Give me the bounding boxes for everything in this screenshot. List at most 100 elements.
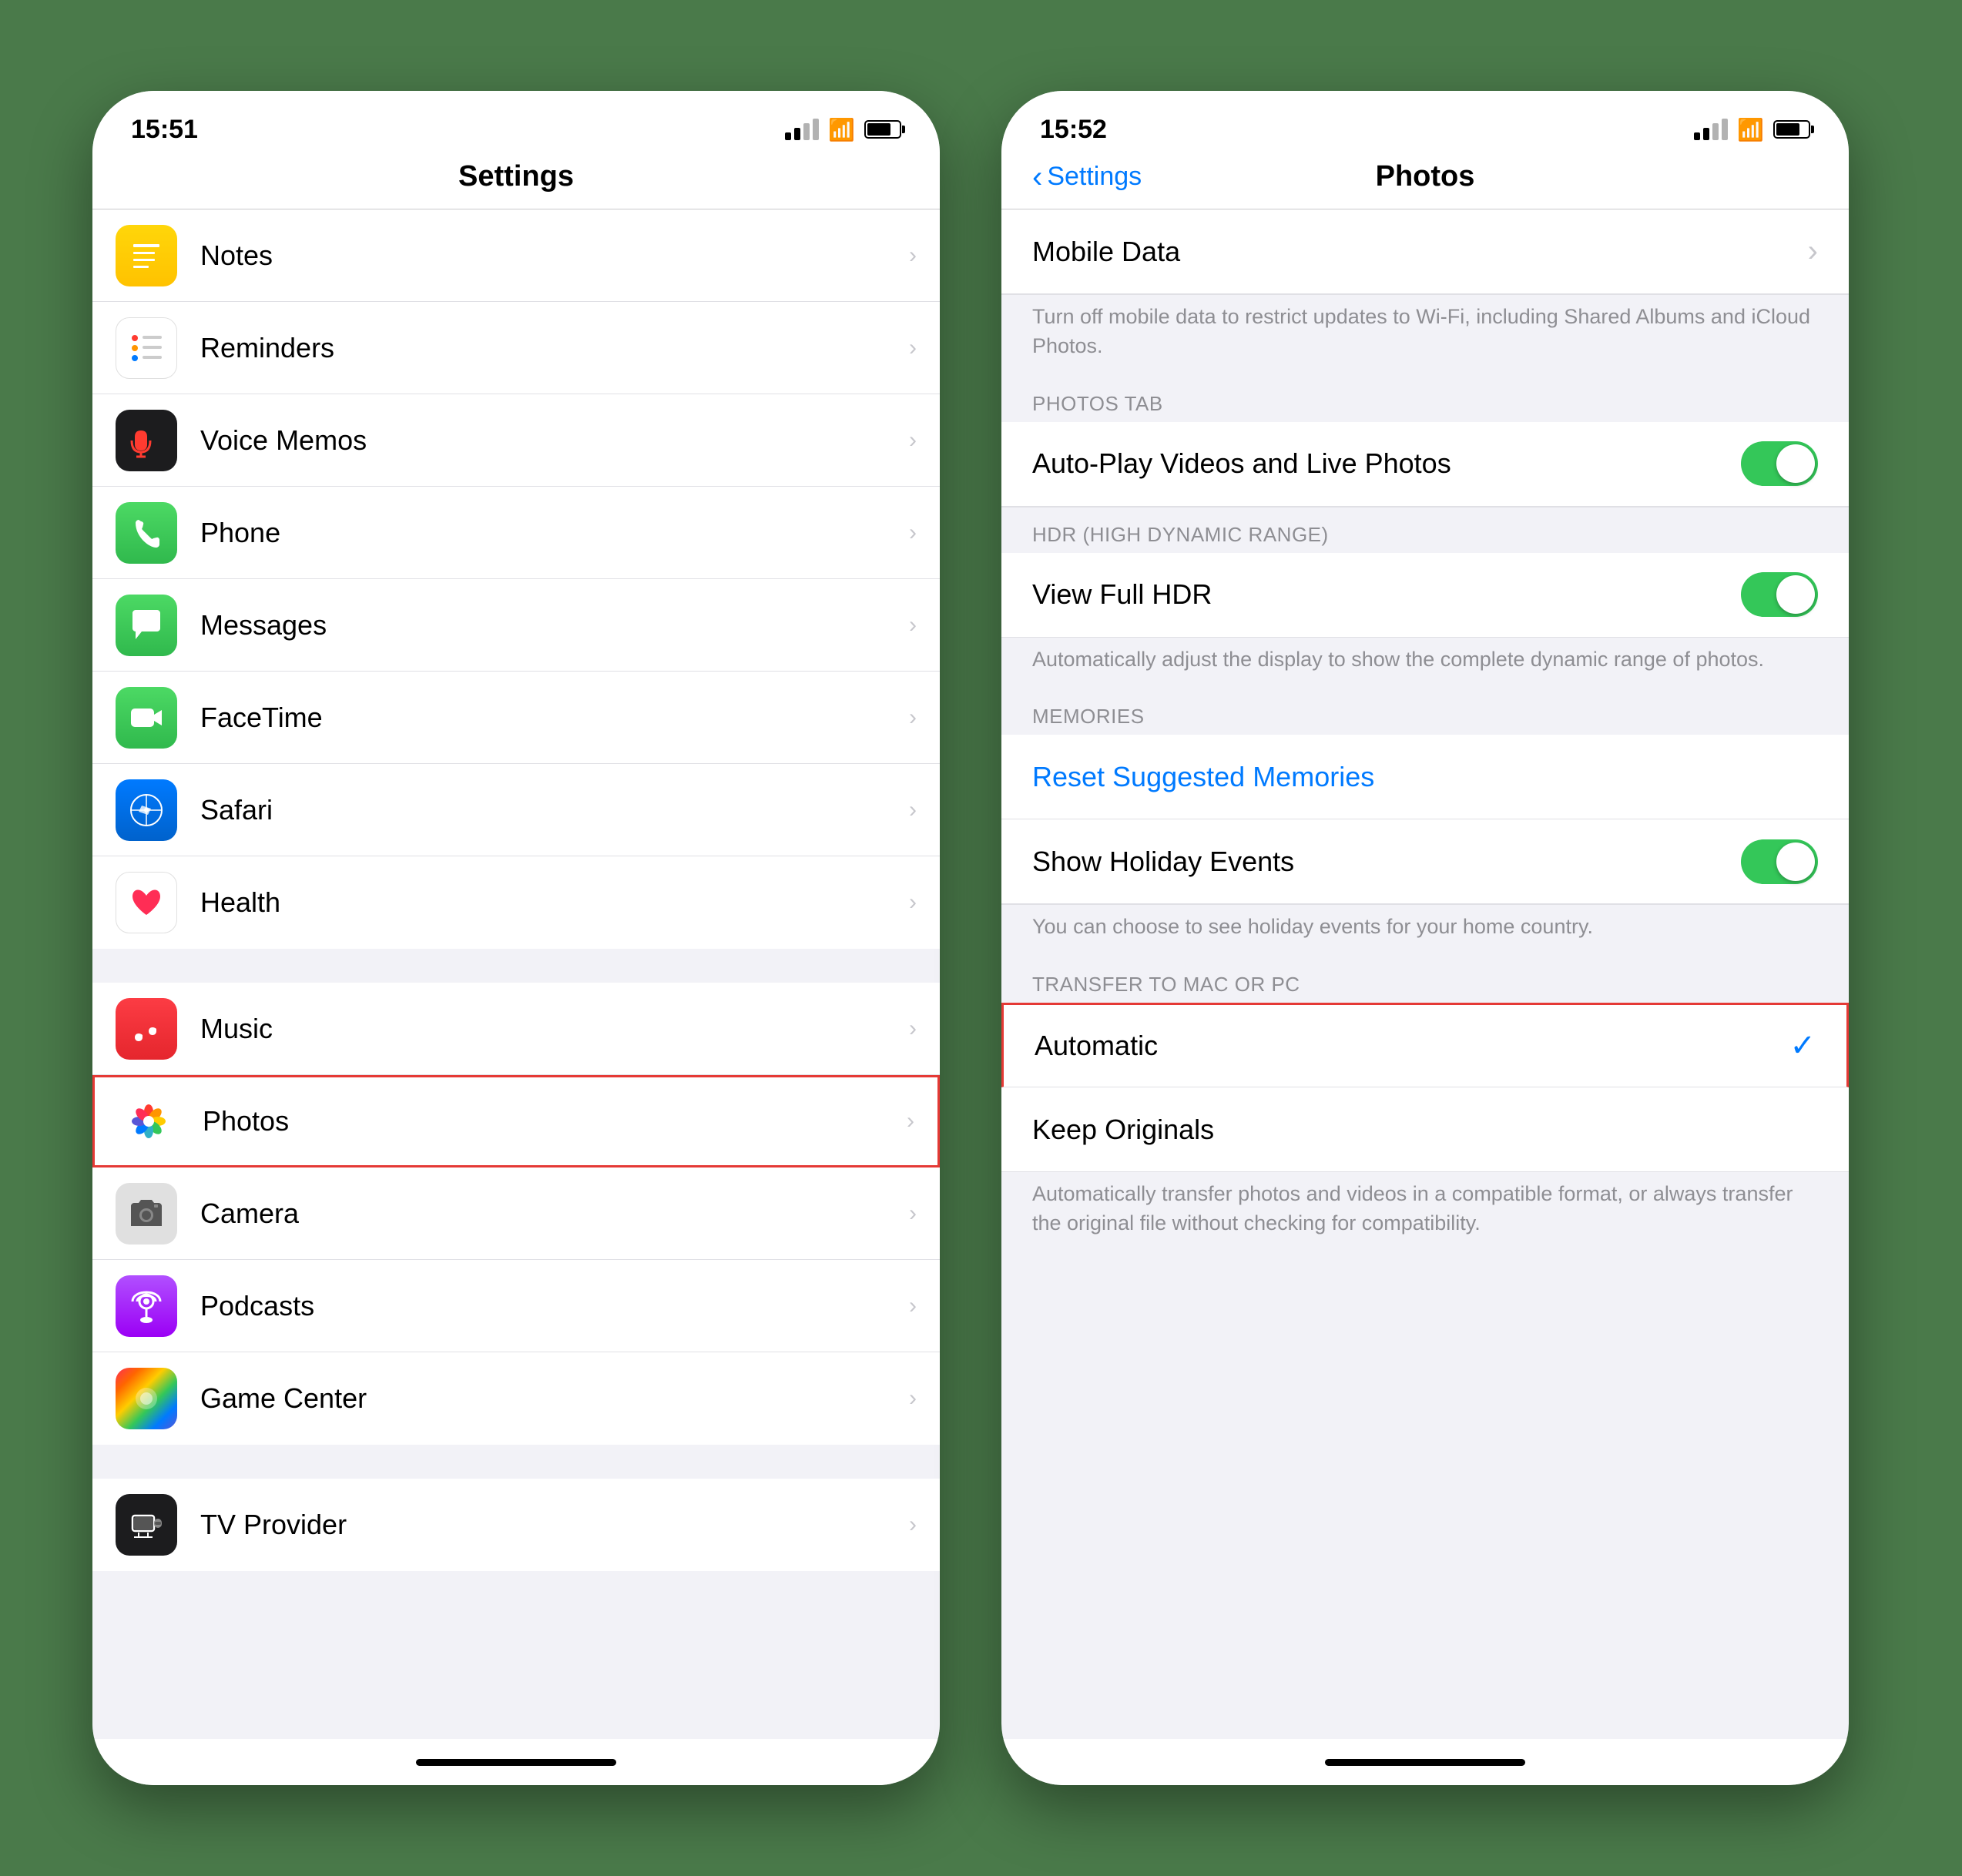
group-1: Notes › Reminders ›	[92, 209, 940, 949]
view-full-hdr-toggle[interactable]	[1741, 572, 1818, 617]
music-icon	[116, 998, 177, 1060]
reset-memories-label: Reset Suggested Memories	[1032, 761, 1818, 793]
hdr-footer: Automatically adjust the display to show…	[1001, 638, 1849, 690]
settings-item-safari[interactable]: Safari ›	[92, 764, 940, 856]
notes-label: Notes	[200, 240, 909, 272]
settings-item-health[interactable]: Health ›	[92, 856, 940, 949]
health-label: Health	[200, 886, 909, 919]
home-bar	[416, 1759, 616, 1766]
autoplay-row[interactable]: Auto-Play Videos and Live Photos	[1001, 422, 1849, 507]
phone-svg	[127, 514, 166, 552]
right-phone: 15:52 📶 ‹ Settings Photos Mobile Data › …	[1001, 91, 1849, 1785]
gamecenter-svg	[126, 1379, 166, 1419]
settings-item-camera[interactable]: Camera ›	[92, 1167, 940, 1260]
chevron-icon: ›	[909, 243, 917, 269]
status-icons-left: 📶	[785, 117, 901, 142]
automatic-row[interactable]: Automatic ✓	[1001, 1003, 1849, 1087]
nav-title-right: Photos	[1376, 160, 1475, 193]
photos-tab-header: PHOTOS TAB	[1001, 377, 1849, 422]
wifi-icon: 📶	[1737, 117, 1764, 142]
settings-item-notes[interactable]: Notes ›	[92, 209, 940, 302]
section-mobile-data: Mobile Data ›	[1001, 209, 1849, 295]
settings-item-messages[interactable]: Messages ›	[92, 579, 940, 672]
battery-icon	[864, 120, 901, 139]
phone-label: Phone	[200, 517, 909, 549]
podcasts-svg	[126, 1286, 166, 1326]
chevron-icon: ›	[909, 889, 917, 916]
photos-icon	[118, 1090, 179, 1152]
show-holiday-label: Show Holiday Events	[1032, 846, 1741, 878]
safari-svg	[126, 790, 166, 830]
camera-svg	[126, 1194, 166, 1234]
back-button[interactable]: ‹ Settings	[1032, 162, 1142, 193]
reset-memories-row[interactable]: Reset Suggested Memories	[1001, 735, 1849, 819]
chevron-icon: ›	[909, 520, 917, 546]
nav-title-left: Settings	[458, 160, 574, 193]
notes-svg	[127, 236, 166, 275]
chevron-icon: ›	[909, 427, 917, 454]
autoplay-toggle[interactable]	[1741, 441, 1818, 486]
keep-originals-label: Keep Originals	[1032, 1114, 1818, 1146]
nav-bar-right: ‹ Settings Photos	[1001, 152, 1849, 209]
settings-item-music[interactable]: Music ›	[92, 983, 940, 1075]
voicememos-icon	[116, 410, 177, 471]
separator-2	[92, 1445, 940, 1479]
settings-item-voicememos[interactable]: Voice Memos ›	[92, 394, 940, 487]
photos-svg	[126, 1098, 172, 1144]
chevron-icon: ›	[1808, 234, 1818, 269]
automatic-label: Automatic	[1035, 1030, 1789, 1062]
nav-bar-left: Settings	[92, 152, 940, 209]
reminders-label: Reminders	[200, 332, 909, 364]
show-holiday-toggle[interactable]	[1741, 839, 1818, 884]
gamecenter-icon	[116, 1368, 177, 1429]
chevron-icon: ›	[909, 1016, 917, 1042]
chevron-icon: ›	[909, 1201, 917, 1227]
safari-icon	[116, 779, 177, 841]
keep-originals-row[interactable]: Keep Originals	[1001, 1087, 1849, 1172]
chevron-icon: ›	[909, 1293, 917, 1319]
settings-item-tvprovider[interactable]: TV Provider ›	[92, 1479, 940, 1571]
chevron-icon: ›	[909, 797, 917, 823]
settings-item-facetime[interactable]: FaceTime ›	[92, 672, 940, 764]
settings-item-reminders[interactable]: Reminders ›	[92, 302, 940, 394]
phone-icon	[116, 502, 177, 564]
transfer-header: TRANSFER TO MAC OR PC	[1001, 957, 1849, 1003]
home-bar	[1325, 1759, 1525, 1766]
time-right: 15:52	[1040, 115, 1107, 145]
mobile-data-row[interactable]: Mobile Data ›	[1001, 209, 1849, 294]
settings-item-gamecenter[interactable]: Game Center ›	[92, 1352, 940, 1445]
view-full-hdr-row[interactable]: View Full HDR	[1001, 553, 1849, 638]
show-holiday-row[interactable]: Show Holiday Events	[1001, 819, 1849, 904]
settings-item-photos[interactable]: Photos ›	[92, 1075, 940, 1167]
podcasts-icon	[116, 1275, 177, 1337]
status-icons-right: 📶	[1694, 117, 1810, 142]
messages-label: Messages	[200, 609, 909, 642]
chevron-icon: ›	[909, 1512, 917, 1538]
transfer-footer: Automatically transfer photos and videos…	[1001, 1172, 1849, 1254]
safari-label: Safari	[200, 794, 909, 826]
chevron-icon: ›	[909, 335, 917, 361]
chevron-icon: ›	[909, 612, 917, 638]
back-arrow-icon: ‹	[1032, 162, 1042, 193]
gamecenter-label: Game Center	[200, 1382, 909, 1415]
detail-list: Mobile Data › Turn off mobile data to re…	[1001, 209, 1849, 1739]
mobile-data-label: Mobile Data	[1032, 236, 1808, 268]
view-full-hdr-label: View Full HDR	[1032, 578, 1741, 611]
photos-label: Photos	[203, 1105, 907, 1137]
settings-list: Notes › Reminders ›	[92, 209, 940, 1739]
home-indicator-right	[1001, 1739, 1849, 1785]
status-bar-right: 15:52 📶	[1001, 91, 1849, 152]
wifi-icon: 📶	[828, 117, 855, 142]
group-2: Music ›	[92, 983, 940, 1445]
chevron-icon: ›	[909, 705, 917, 731]
section-photos-tab: Auto-Play Videos and Live Photos	[1001, 422, 1849, 508]
facetime-icon	[116, 687, 177, 749]
left-phone: 15:51 📶 Settings	[92, 91, 940, 1785]
mobile-data-footer: Turn off mobile data to restrict updates…	[1001, 295, 1849, 377]
tvprovider-label: TV Provider	[200, 1509, 909, 1541]
camera-icon	[116, 1183, 177, 1245]
podcasts-label: Podcasts	[200, 1290, 909, 1322]
settings-item-phone[interactable]: Phone ›	[92, 487, 940, 579]
settings-item-podcasts[interactable]: Podcasts ›	[92, 1260, 940, 1352]
voicememos-label: Voice Memos	[200, 424, 909, 457]
